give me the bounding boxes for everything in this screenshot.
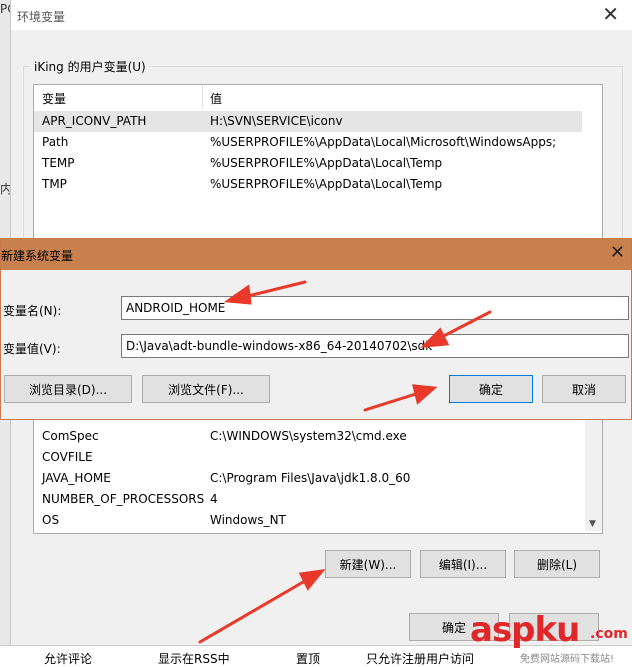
variable-name-field[interactable]: ANDROID_HOME	[121, 296, 629, 320]
table-row[interactable]: OS Windows_NT	[34, 510, 582, 531]
system-vars-list[interactable]: ComSpec C:\WINDOWS\system32\cmd.exe COVF…	[33, 400, 603, 534]
window-titlebar: 环境变量 ✕	[11, 0, 632, 30]
table-row[interactable]: COVFILE	[34, 447, 582, 468]
scroll-down-icon[interactable]: ▼	[589, 519, 596, 529]
dialog-titlebar: 新建系统变量 ✕	[1, 239, 631, 270]
new-system-variable-dialog: 新建系统变量 ✕ 变量名(N): ANDROID_HOME 变量值(V): D:…	[0, 238, 632, 420]
user-vars-group-label: iKing 的用户变量(U)	[31, 58, 149, 75]
new-button[interactable]: 新建(W)...	[325, 550, 411, 578]
background-checkbox-label: 置顶	[296, 652, 321, 666]
dialog-ok-button[interactable]: 确定	[449, 375, 533, 403]
watermark-brand: aspku	[470, 610, 580, 650]
close-icon[interactable]: ✕	[610, 244, 625, 262]
user-vars-list[interactable]: 变量 值 APR_ICONV_PATH H:\SVN\SERVICE\iconv…	[33, 84, 603, 246]
table-row[interactable]: Path %USERPROFILE%\AppData\Local\Microso…	[34, 132, 582, 153]
dialog-title: 新建系统变量	[1, 249, 74, 263]
edit-button[interactable]: 编辑(I)...	[420, 550, 506, 578]
background-checkbox-label: 允许评论	[44, 652, 93, 666]
watermark-tagline: 免费网站源码下载站!	[520, 654, 615, 665]
table-row[interactable]: APR_ICONV_PATH H:\SVN\SERVICE\iconv	[34, 111, 582, 132]
watermark: aspku .com 免费网站源码下载站!	[470, 610, 630, 665]
delete-button[interactable]: 删除(L)	[514, 550, 600, 578]
browse-directory-button[interactable]: 浏览目录(D)...	[4, 375, 132, 403]
background-checkbox-label: 显示在RSS中	[158, 652, 230, 666]
column-header-value[interactable]: 值	[210, 90, 222, 107]
list-header: 变量 值	[34, 85, 602, 109]
watermark-tld: .com	[590, 626, 628, 642]
dialog-cancel-button[interactable]: 取消	[542, 375, 626, 403]
vertical-scrollbar[interactable]: ▼	[585, 401, 602, 531]
background-checkbox-label: 只允许注册用户访问	[366, 652, 475, 666]
variable-value-label: 变量值(V):	[3, 342, 61, 356]
table-row[interactable]: JAVA_HOME C:\Program Files\Java\jdk1.8.0…	[34, 468, 582, 489]
variable-value-field[interactable]: D:\Java\adt-bundle-windows-x86_64-201407…	[121, 334, 629, 358]
window-title: 环境变量	[17, 10, 66, 24]
table-row[interactable]: ComSpec C:\WINDOWS\system32\cmd.exe	[34, 426, 582, 447]
table-row[interactable]: NUMBER_OF_PROCESSORS 4	[34, 489, 582, 510]
browse-file-button[interactable]: 浏览文件(F)...	[142, 375, 270, 403]
column-header-variable[interactable]: 变量	[42, 90, 66, 107]
variable-name-label: 变量名(N):	[3, 304, 62, 318]
close-icon[interactable]: ✕	[602, 4, 619, 24]
table-row[interactable]: TEMP %USERPROFILE%\AppData\Local\Temp	[34, 153, 582, 174]
table-row[interactable]: TMP %USERPROFILE%\AppData\Local\Temp	[34, 174, 582, 195]
